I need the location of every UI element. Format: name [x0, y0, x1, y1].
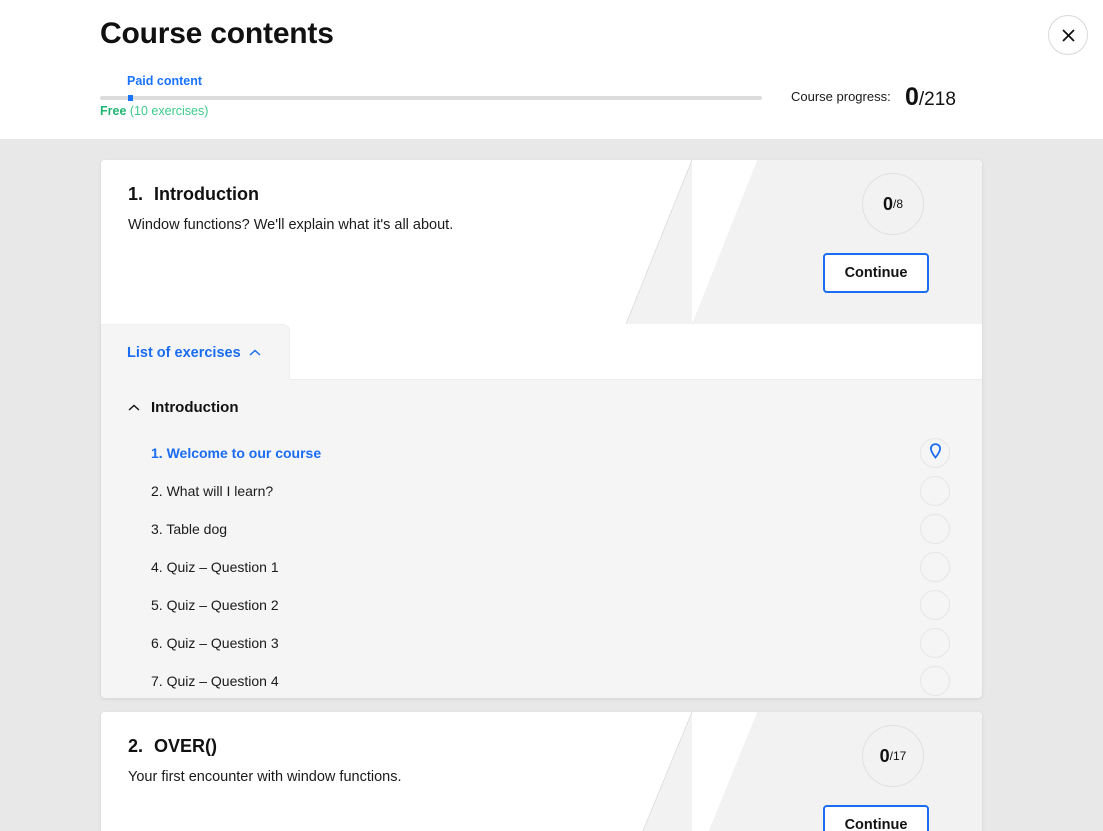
section-tab-row: List of exercises — [101, 324, 982, 380]
section-score-done: 0 — [882, 193, 893, 214]
tab-list-of-exercises[interactable]: List of exercises — [101, 324, 290, 380]
exercise-label: 3. Table dog — [151, 521, 228, 537]
list-item[interactable]: 2. What will I learn? — [101, 472, 982, 510]
tab-label: List of exercises — [127, 344, 241, 361]
course-section-card: 1. Introduction Window functions? We'll … — [101, 160, 982, 698]
section-name: OVER() — [154, 736, 218, 756]
exercise-status[interactable] — [920, 666, 950, 696]
section-score-total: /17 — [889, 749, 907, 763]
section-description: Your first encounter with window functio… — [128, 769, 402, 785]
chevron-up-icon — [249, 344, 261, 362]
course-contents-body: 1. Introduction Window functions? We'll … — [0, 139, 1103, 831]
exercise-group-header[interactable]: Introduction — [101, 380, 982, 416]
free-label-count: (10 exercises) — [126, 104, 209, 118]
list-item[interactable]: 1. Welcome to our course — [101, 434, 982, 472]
continue-button[interactable]: Continue — [823, 805, 929, 831]
exercise-list-panel: Introduction 1. Welcome to our course 2.… — [101, 380, 982, 698]
progress-track — [100, 96, 762, 100]
course-progress-value: 0/218 — [905, 83, 956, 112]
close-button[interactable] — [1048, 15, 1088, 55]
exercise-status[interactable] — [920, 514, 950, 544]
page-title: Course contents — [100, 17, 334, 50]
section-number: 1. — [128, 184, 144, 204]
course-progress-done: 0 — [905, 83, 919, 111]
exercise-status[interactable] — [920, 476, 950, 506]
section-score-total: /8 — [893, 197, 904, 211]
course-progress-total: /218 — [918, 89, 956, 110]
slant-fill — [626, 712, 692, 831]
location-pin-icon — [929, 442, 942, 464]
section-title: 1. Introduction — [128, 184, 259, 205]
close-icon — [1061, 28, 1076, 43]
exercise-status[interactable] — [920, 628, 950, 658]
slant-fill — [626, 160, 692, 324]
course-progress-label: Course progress: — [791, 89, 891, 104]
free-content-label: Free (10 exercises) — [100, 104, 208, 118]
list-item[interactable]: 5. Quiz – Question 2 — [101, 586, 982, 624]
exercise-label: 5. Quiz – Question 2 — [151, 597, 279, 613]
section-title: 2. OVER() — [128, 736, 217, 757]
exercise-status[interactable] — [920, 438, 950, 468]
list-item[interactable]: 7. Quiz – Question 4 — [101, 662, 982, 698]
exercise-label: 6. Quiz – Question 3 — [151, 635, 279, 651]
list-item[interactable]: 6. Quiz – Question 3 — [101, 624, 982, 662]
exercise-label: 7. Quiz – Question 4 — [151, 673, 279, 689]
exercise-label: 2. What will I learn? — [151, 483, 274, 499]
course-section-card: 2. OVER() Your first encounter with wind… — [101, 712, 982, 831]
section-score-badge: 0/8 — [862, 173, 924, 235]
continue-button[interactable]: Continue — [823, 253, 929, 293]
progress-marker — [128, 95, 133, 101]
paid-content-label: Paid content — [127, 74, 203, 88]
free-label-strong: Free — [100, 104, 127, 118]
section-side-panel — [692, 160, 982, 324]
section-number: 2. — [128, 736, 144, 756]
modal-header: Course contents Paid content Free (10 ex… — [0, 0, 1103, 139]
section-name: Introduction — [154, 184, 259, 204]
exercise-group-name: Introduction — [151, 399, 239, 416]
list-item[interactable]: 3. Table dog — [101, 510, 982, 548]
exercise-label: 1. Welcome to our course — [151, 445, 322, 461]
section-score-done: 0 — [879, 745, 890, 766]
section-description: Window functions? We'll explain what it'… — [128, 217, 454, 233]
list-item[interactable]: 4. Quiz – Question 1 — [101, 548, 982, 586]
exercise-status[interactable] — [920, 590, 950, 620]
exercise-status[interactable] — [920, 552, 950, 582]
section-score-badge: 0/17 — [862, 725, 924, 787]
section-header: 1. Introduction Window functions? We'll … — [101, 160, 982, 324]
exercise-label: 4. Quiz – Question 1 — [151, 559, 279, 575]
chevron-up-icon — [128, 399, 140, 416]
section-header: 2. OVER() Your first encounter with wind… — [101, 712, 982, 831]
